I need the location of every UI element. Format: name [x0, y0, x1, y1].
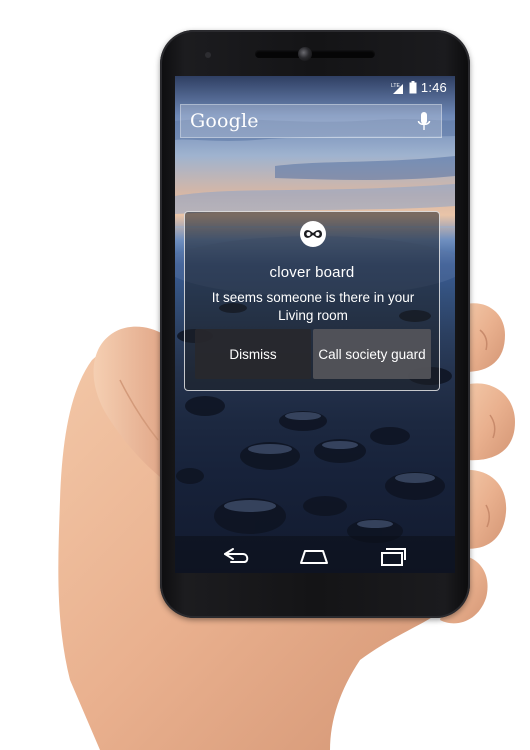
- signal-icon: LTE: [391, 83, 403, 94]
- recent-apps-icon[interactable]: [375, 545, 409, 567]
- google-search-bar[interactable]: Google: [180, 104, 442, 138]
- front-camera: [298, 47, 312, 61]
- navigation-bar: [175, 540, 455, 573]
- notification-dialog: clover board It seems someone is there i…: [184, 211, 440, 391]
- stage: LTE 1:46 Google clover board It seems so…: [0, 0, 530, 750]
- battery-icon: [409, 81, 417, 94]
- earpiece-speaker: [255, 50, 375, 58]
- google-logo: Google: [190, 110, 259, 132]
- microphone-icon[interactable]: [417, 112, 431, 132]
- phone-screen: LTE 1:46 Google clover board It seems so…: [175, 76, 455, 573]
- status-time: 1:46: [420, 80, 447, 95]
- home-icon[interactable]: [297, 545, 331, 567]
- back-icon[interactable]: [219, 545, 253, 567]
- proximity-sensor: [205, 52, 211, 58]
- notification-message: It seems someone is there in your Living…: [211, 290, 415, 323]
- status-icons: LTE 1:46: [391, 80, 447, 95]
- status-bar: LTE 1:46: [175, 76, 455, 98]
- call-society-guard-button[interactable]: Call society guard: [313, 329, 431, 379]
- dismiss-button[interactable]: Dismiss: [195, 329, 311, 379]
- notification-title: clover board: [269, 264, 355, 281]
- clover-board-logo-icon: [300, 221, 326, 247]
